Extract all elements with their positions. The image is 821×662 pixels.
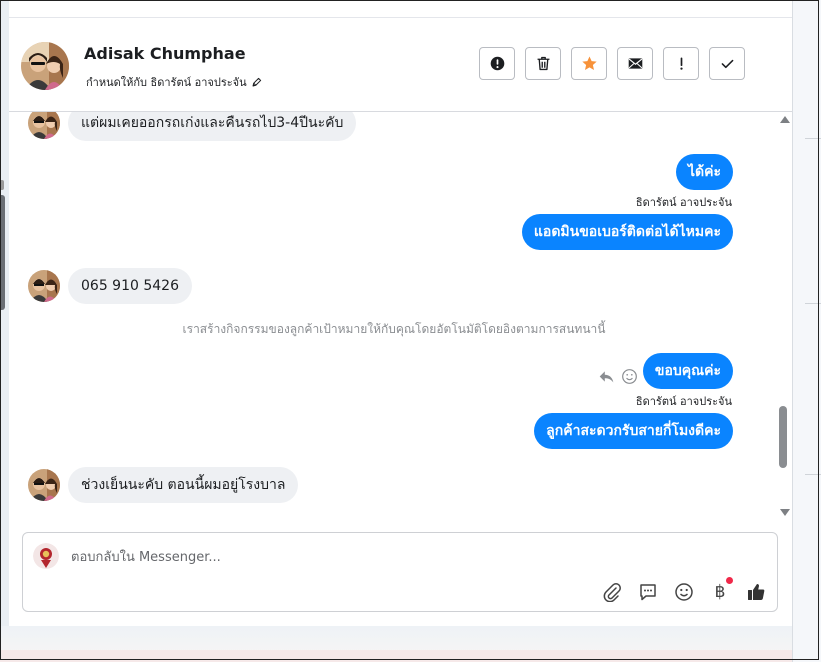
message-thread[interactable]: แต่ผมเคยออกรถเก่งและคืนรถไป3-4ปีนะคับ ได… xyxy=(9,112,779,522)
contact-avatar-small[interactable] xyxy=(28,270,60,302)
message-hover-tools xyxy=(598,368,638,385)
emoji-icon xyxy=(675,583,693,601)
incoming-message: แต่ผมเคยออกรถเก่งและคืนรถไป3-4ปีนะคับ xyxy=(28,112,357,141)
contact-avatar-small[interactable] xyxy=(28,112,60,139)
conversation-actions xyxy=(479,47,745,80)
star-button[interactable] xyxy=(571,47,607,80)
assigned-to-label: กำหนดให้กับ ธิดารัตน์ อาจประจัน xyxy=(86,76,247,89)
outgoing-message-text: แอดมินขอเบอร์ติดต่อได้ไหมคะ xyxy=(521,214,733,250)
conversation-panel: Adisak Chumphae กำหนดให้กับ ธิดารัตน์ อา… xyxy=(9,0,792,626)
baht-payment-icon: ฿ xyxy=(714,582,726,602)
incoming-message: ช่วงเย็นนะคับ ตอนนี้ผมอยู่โรงบาล xyxy=(28,467,299,503)
sender-name-label: ธิดารัตน์ อาจประจัน xyxy=(635,196,732,209)
envelope-icon xyxy=(628,58,642,69)
right-panel-divider xyxy=(805,303,821,304)
trash-icon xyxy=(537,56,549,71)
outgoing-message-text: ได้ค่ะ xyxy=(675,154,733,190)
send-like-button[interactable] xyxy=(745,581,767,603)
outgoing-message-text: ขอบคุณค่ะ xyxy=(642,353,733,389)
saved-reply-icon xyxy=(640,584,656,601)
scroll-up-arrow-icon[interactable] xyxy=(780,116,790,123)
mark-done-button[interactable] xyxy=(709,47,745,80)
incoming-message: 065 910 5426 xyxy=(28,268,192,304)
reply-icon[interactable] xyxy=(598,368,615,385)
left-panel-handle[interactable] xyxy=(0,195,5,310)
right-panel-divider xyxy=(805,138,821,139)
contact-avatar[interactable] xyxy=(21,42,69,90)
system-notice: เราสร้างกิจกรรมของลูกค้าเป้าหมายให้กับคุ… xyxy=(182,322,606,336)
attach-file-button[interactable] xyxy=(601,581,623,603)
outgoing-message: ได้ค่ะ xyxy=(675,154,733,190)
mark-unread-button[interactable] xyxy=(617,47,653,80)
emoji-button[interactable] xyxy=(673,581,695,603)
contact-name[interactable]: Adisak Chumphae xyxy=(84,44,246,63)
pencil-icon[interactable] xyxy=(251,77,262,88)
outgoing-message: ขอบคุณค่ะ xyxy=(642,353,733,389)
follow-up-button[interactable] xyxy=(663,47,699,80)
bottom-background xyxy=(0,626,792,662)
thread-scrollbar[interactable] xyxy=(777,112,792,522)
contact-avatar-small[interactable] xyxy=(28,469,60,501)
reply-input[interactable] xyxy=(69,545,673,569)
right-panel-divider xyxy=(805,474,821,475)
incoming-message-text: แต่ผมเคยออกรถเก่งและคืนรถไป3-4ปีนะคับ xyxy=(68,112,357,141)
conversation-header: Adisak Chumphae กำหนดให้กับ ธิดารัตน์ อา… xyxy=(9,18,792,112)
sender-name-label: ธิดารัตน์ อาจประจัน xyxy=(635,395,732,408)
left-panel-handle-top[interactable] xyxy=(0,180,4,190)
incoming-message-text: 065 910 5426 xyxy=(68,268,192,304)
page-avatar xyxy=(33,543,59,569)
outgoing-message-text: ลูกค้าสะดวกรับสายกี่โมงดีคะ xyxy=(534,413,733,449)
assignment-row[interactable]: กำหนดให้กับ ธิดารัตน์ อาจประจัน xyxy=(86,73,262,91)
alert-circle-icon xyxy=(490,56,504,71)
delete-button[interactable] xyxy=(525,47,561,80)
composer-toolbar: ฿ xyxy=(601,577,767,603)
reply-composer: ฿ xyxy=(22,532,778,612)
checkmark-icon xyxy=(721,59,733,69)
star-icon xyxy=(581,56,597,70)
outgoing-message: แอดมินขอเบอร์ติดต่อได้ไหมคะ xyxy=(521,214,733,250)
thumbs-up-icon xyxy=(748,584,765,600)
paperclip-icon xyxy=(603,583,621,602)
scroll-down-arrow-icon[interactable] xyxy=(780,509,790,516)
mark-spam-button[interactable] xyxy=(479,47,515,80)
incoming-message-text: ช่วงเย็นนะคับ ตอนนี้ผมอยู่โรงบาล xyxy=(68,467,299,503)
saved-reply-button[interactable] xyxy=(637,581,659,603)
exclamation-icon xyxy=(679,57,683,70)
emoji-react-icon[interactable] xyxy=(621,368,638,385)
notification-dot xyxy=(726,577,733,584)
outgoing-message: ลูกค้าสะดวกรับสายกี่โมงดีคะ xyxy=(534,413,733,449)
right-side-panel xyxy=(792,0,821,662)
scrollbar-thumb[interactable] xyxy=(779,406,787,468)
payment-button[interactable]: ฿ xyxy=(709,577,733,603)
